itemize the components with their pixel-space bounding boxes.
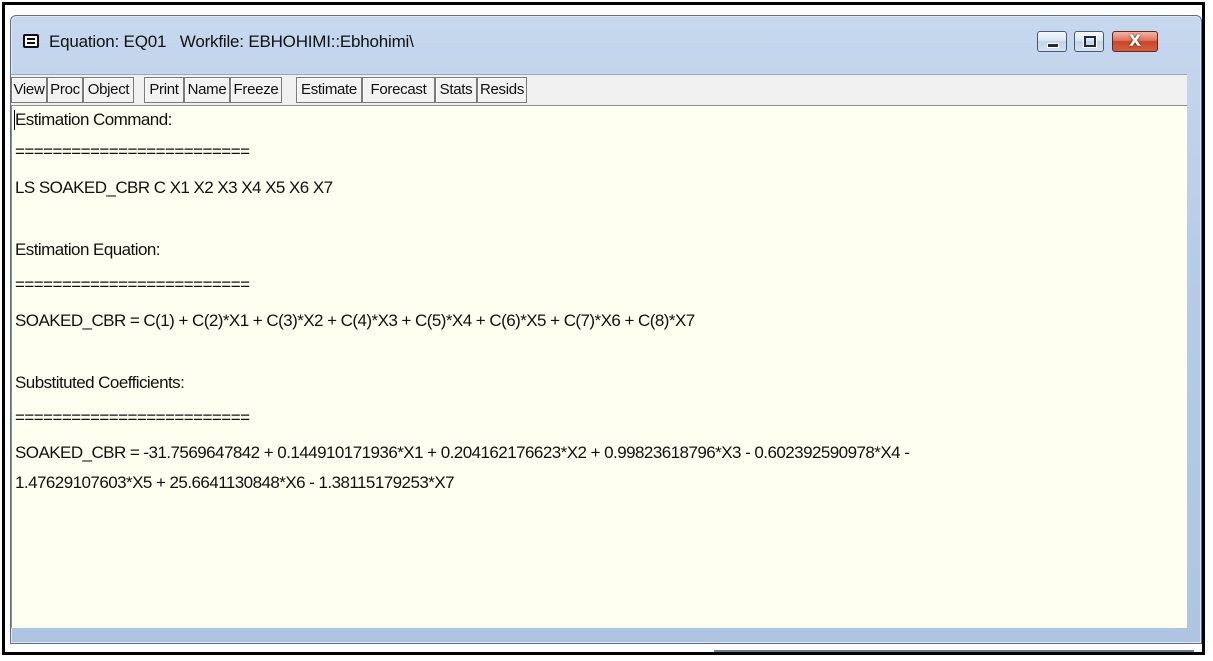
estimate-button[interactable]: Estimate	[296, 77, 362, 103]
name-button[interactable]: Name	[184, 77, 230, 103]
minimize-button[interactable]	[1037, 31, 1067, 52]
window-title: Equation: EQ01 Workfile: EBHOHIMI::Ebhoh…	[49, 32, 414, 51]
close-icon: X	[1128, 31, 1142, 50]
title-bar[interactable]: Equation: EQ01 Workfile: EBHOHIMI::Ebhoh…	[11, 16, 1201, 74]
equation-spec-view[interactable]: Estimation Command: ====================…	[11, 105, 1187, 628]
freeze-button[interactable]: Freeze	[230, 77, 282, 103]
toolbar: View Proc Object Print Name Freeze Estim…	[11, 74, 1187, 105]
proc-button[interactable]: Proc	[47, 77, 83, 103]
view-button[interactable]: View	[11, 77, 47, 103]
separator-line: =========================	[15, 142, 250, 161]
maximize-button[interactable]	[1074, 31, 1104, 52]
estimation-equation-text: SOAKED_CBR = C(1) + C(2)*X1 + C(3)*X2 + …	[15, 311, 695, 330]
system-menu-icon[interactable]	[23, 34, 39, 48]
substituted-equation-line-2: 1.47629107603*X5 + 25.6641130848*X6 - 1.…	[15, 473, 455, 492]
object-button[interactable]: Object	[83, 77, 134, 103]
print-button[interactable]: Print	[144, 77, 184, 103]
window-edge-line	[714, 650, 1194, 652]
substituted-equation-line-1: SOAKED_CBR = -31.7569647842 + 0.14491017…	[15, 443, 910, 462]
separator-line: =========================	[15, 275, 250, 294]
estimation-command-text: LS SOAKED_CBR C X1 X2 X3 X4 X5 X6 X7	[15, 178, 333, 197]
stats-button[interactable]: Stats	[435, 77, 477, 103]
estimation-command-heading: Estimation Command:	[15, 110, 172, 129]
separator-line: =========================	[15, 408, 250, 427]
substituted-coefficients-heading: Substituted Coefficients:	[15, 373, 185, 392]
close-button[interactable]: X	[1112, 31, 1158, 52]
estimation-equation-heading: Estimation Equation:	[15, 240, 160, 259]
forecast-button[interactable]: Forecast	[362, 77, 435, 103]
resids-button[interactable]: Resids	[477, 77, 527, 103]
